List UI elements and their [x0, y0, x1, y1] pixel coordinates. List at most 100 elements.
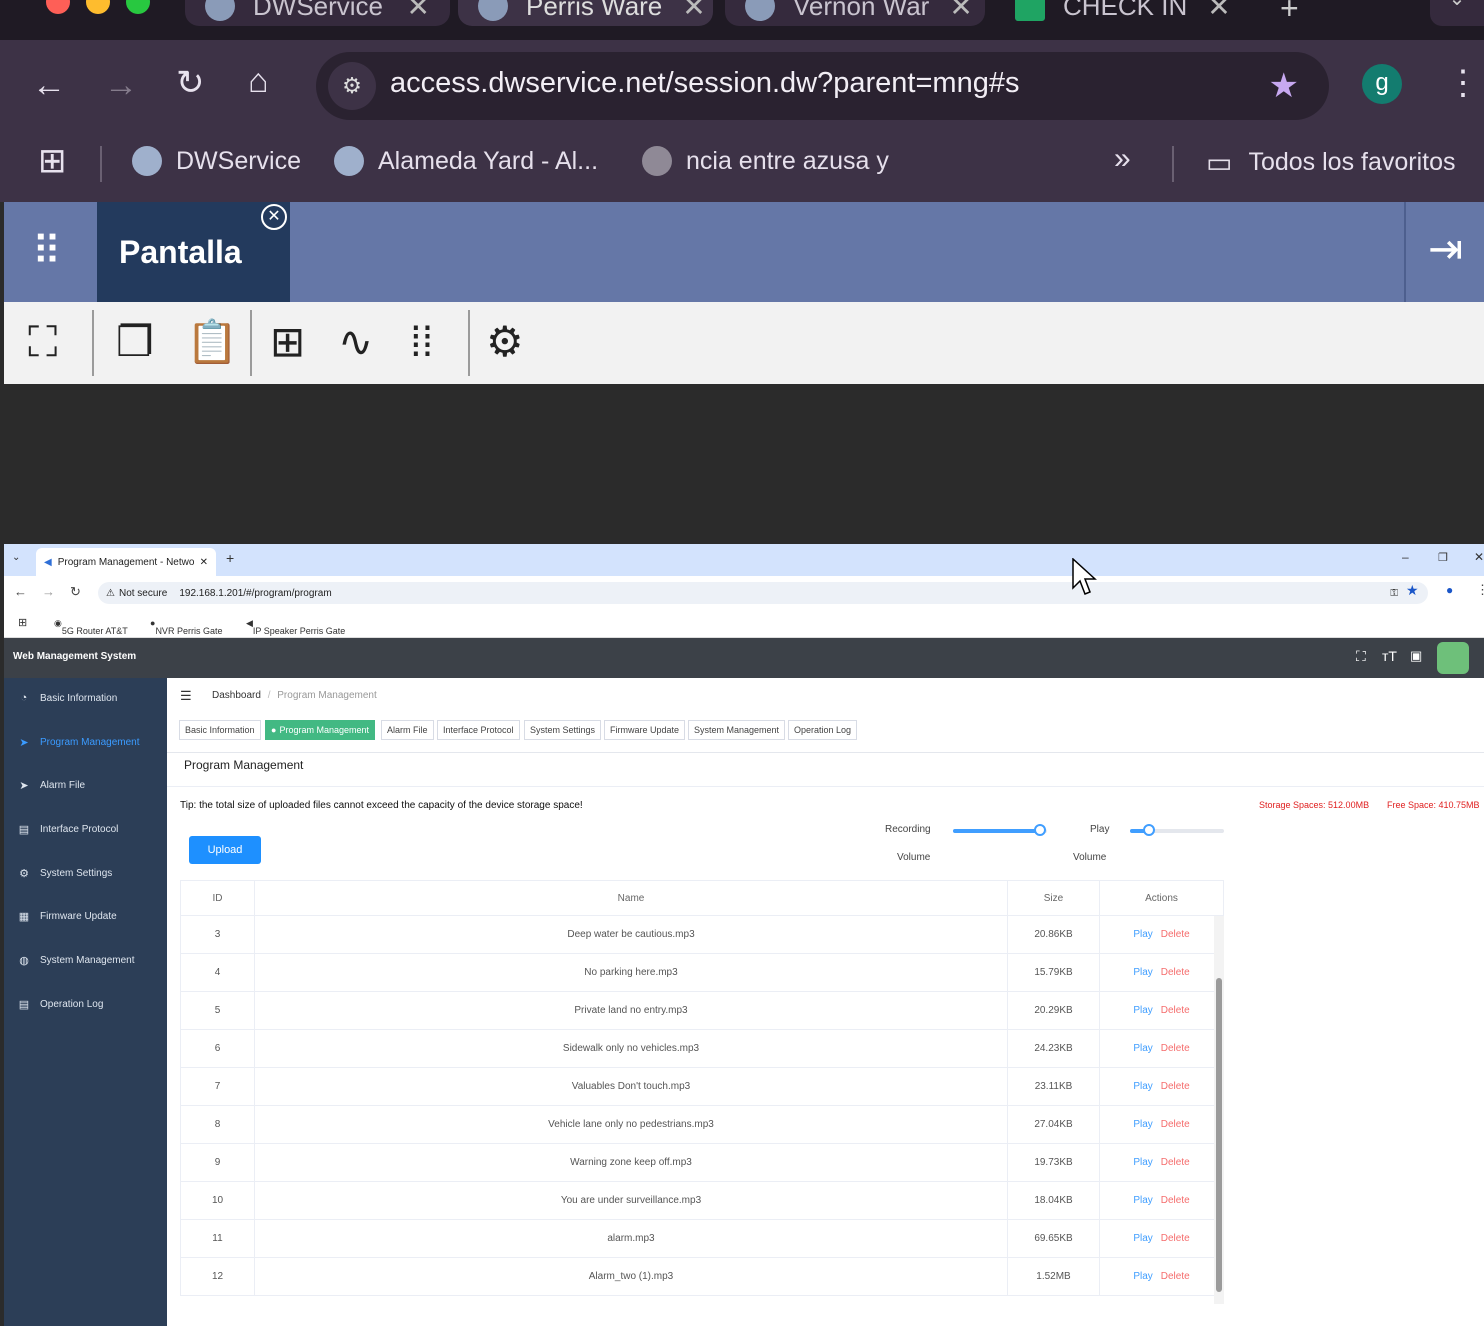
- delete-button[interactable]: Delete: [1161, 1043, 1190, 1054]
- minimize-window-button[interactable]: [86, 0, 110, 14]
- reload-icon[interactable]: ↻: [70, 584, 81, 600]
- sidebar-item-firmware-update[interactable]: ▦ Firmware Update: [18, 910, 117, 923]
- maximize-window-button[interactable]: [126, 0, 150, 14]
- close-window-icon[interactable]: ✕: [1474, 550, 1484, 564]
- bookmark-5g-router[interactable]: ◉ 5G Router AT&T: [54, 618, 128, 636]
- outer-tab-checkin[interactable]: CHECK IN ✕: [995, 0, 1250, 26]
- play-button[interactable]: Play: [1133, 1081, 1152, 1092]
- tab-list-icon[interactable]: ⌄: [12, 552, 20, 563]
- play-button[interactable]: Play: [1133, 1005, 1152, 1016]
- logout-icon[interactable]: ⇥: [1428, 228, 1463, 270]
- outer-tab-vernon[interactable]: Vernon War ✕: [725, 0, 985, 26]
- apps-grid-icon[interactable]: ⊞: [18, 616, 27, 629]
- close-tab-icon[interactable]: ✕: [662, 0, 705, 23]
- close-window-button[interactable]: [46, 0, 70, 14]
- outer-tab-dwservice[interactable]: DWService ✕: [185, 0, 450, 26]
- dwservice-tab-pantalla[interactable]: Pantalla ✕: [97, 202, 290, 302]
- close-tab-icon[interactable]: ✕: [1187, 0, 1230, 23]
- fullscreen-icon[interactable]: ⛶: [1356, 648, 1366, 665]
- slider-handle[interactable]: [1142, 824, 1155, 836]
- translate-icon[interactable]: ▣: [1410, 648, 1422, 664]
- delete-button[interactable]: Delete: [1161, 1195, 1190, 1206]
- play-button[interactable]: Play: [1133, 1233, 1152, 1244]
- clipboard-icon[interactable]: 📋: [186, 318, 238, 366]
- close-session-icon[interactable]: ✕: [261, 204, 287, 230]
- settings-gear-icon[interactable]: ⚙: [486, 318, 524, 366]
- tag-interface-protocol[interactable]: Interface Protocol: [437, 720, 520, 740]
- upload-button[interactable]: Upload: [189, 836, 261, 864]
- outer-tab-perris[interactable]: Perris Ware ✕: [458, 0, 713, 26]
- tag-firmware-update[interactable]: Firmware Update: [604, 720, 686, 740]
- play-button[interactable]: Play: [1133, 1271, 1152, 1282]
- all-bookmarks-button[interactable]: ▭ Todos los favoritos: [1206, 146, 1456, 179]
- delete-button[interactable]: Delete: [1161, 1271, 1190, 1282]
- keypad-icon[interactable]: ⁞⁞: [410, 318, 433, 366]
- activity-icon[interactable]: ∿: [338, 318, 373, 366]
- site-settings-icon[interactable]: ⚙: [328, 62, 376, 110]
- tag-basic-information[interactable]: Basic Information: [179, 720, 261, 740]
- play-button[interactable]: Play: [1133, 1157, 1152, 1168]
- delete-button[interactable]: Delete: [1161, 1233, 1190, 1244]
- sidebar-item-program-management[interactable]: ➤ Program Management: [18, 736, 139, 749]
- inner-address-bar[interactable]: ⚠ Not secure 192.168.1.201/#/program/pro…: [98, 582, 1428, 604]
- tag-alarm-file[interactable]: Alarm File: [381, 720, 434, 740]
- table-scrollbar-thumb[interactable]: [1216, 978, 1222, 1292]
- bookmark-star-icon[interactable]: ★: [1406, 582, 1419, 599]
- user-avatar[interactable]: [1437, 642, 1469, 674]
- delete-button[interactable]: Delete: [1161, 967, 1190, 978]
- delete-button[interactable]: Delete: [1161, 1005, 1190, 1016]
- bookmark-alameda[interactable]: Alameda Yard - Al...: [334, 146, 598, 176]
- font-size-icon[interactable]: ᴛT: [1382, 648, 1397, 664]
- bookmark-azusa[interactable]: ncia entre azusa y: [642, 146, 889, 176]
- hamburger-icon[interactable]: ☰: [180, 688, 192, 704]
- play-volume-slider[interactable]: [1130, 824, 1224, 836]
- fullscreen-icon[interactable]: ⛶: [28, 318, 57, 366]
- bookmark-dwservice[interactable]: DWService: [132, 146, 301, 176]
- sidebar-item-alarm-file[interactable]: ➤ Alarm File: [18, 779, 85, 792]
- play-button[interactable]: Play: [1133, 1043, 1152, 1054]
- outer-address-bar[interactable]: ⚙ access.dwservice.net/session.dw?parent…: [316, 52, 1329, 120]
- close-tab-icon[interactable]: ✕: [929, 0, 972, 23]
- minimize-icon[interactable]: –: [1402, 550, 1409, 564]
- new-tab-icon[interactable]: +: [226, 550, 234, 566]
- tag-system-settings[interactable]: System Settings: [524, 720, 602, 740]
- play-button[interactable]: Play: [1133, 929, 1152, 940]
- bookmark-nvr[interactable]: ● NVR Perris Gate: [150, 618, 222, 636]
- remote-desktop-screen[interactable]: ⌄ ◀ Program Management - Netwo ✕ + – ❐ ✕…: [4, 544, 1484, 1326]
- profile-avatar[interactable]: g: [1362, 64, 1402, 104]
- reload-icon[interactable]: ↻: [176, 66, 205, 100]
- new-tab-icon[interactable]: +: [1280, 0, 1299, 27]
- back-icon[interactable]: ←: [14, 584, 27, 599]
- table-scrollbar-track[interactable]: [1214, 916, 1224, 1304]
- inner-tab-program-management[interactable]: ◀ Program Management - Netwo ✕: [36, 548, 216, 576]
- play-button[interactable]: Play: [1133, 1195, 1152, 1206]
- forward-icon[interactable]: →: [42, 584, 55, 599]
- apps-grid-icon[interactable]: ⊞: [38, 144, 67, 178]
- home-icon[interactable]: ⌂: [248, 64, 269, 98]
- restore-icon[interactable]: ❐: [1438, 551, 1448, 564]
- key-icon[interactable]: ⚿: [1390, 588, 1398, 599]
- sidebar-item-system-settings[interactable]: ⚙ System Settings: [18, 867, 112, 880]
- more-bookmarks-icon[interactable]: »: [1114, 142, 1131, 176]
- forward-icon[interactable]: →: [104, 68, 138, 102]
- back-icon[interactable]: ←: [32, 68, 66, 102]
- copy-icon[interactable]: ❐: [116, 318, 154, 366]
- menu-kebab-icon[interactable]: ⋮: [1446, 66, 1480, 100]
- profile-icon[interactable]: ●: [1446, 583, 1453, 597]
- delete-button[interactable]: Delete: [1161, 1119, 1190, 1130]
- delete-button[interactable]: Delete: [1161, 929, 1190, 940]
- recording-volume-slider[interactable]: [953, 824, 1047, 836]
- tag-operation-log[interactable]: Operation Log: [788, 720, 858, 740]
- slider-handle[interactable]: [1034, 824, 1047, 836]
- play-button[interactable]: Play: [1133, 1119, 1152, 1130]
- tag-program-management[interactable]: ● Program Management: [265, 720, 375, 740]
- sidebar-item-system-management[interactable]: ◍ System Management: [18, 954, 134, 967]
- close-tab-icon[interactable]: ✕: [387, 0, 430, 23]
- tab-search-icon[interactable]: ⌄: [1430, 0, 1484, 26]
- tag-system-management[interactable]: System Management: [688, 720, 786, 740]
- breadcrumb-root[interactable]: Dashboard: [212, 690, 261, 701]
- menu-kebab-icon[interactable]: ⋮: [1476, 582, 1484, 598]
- sidebar-item-operation-log[interactable]: ▤ Operation Log: [18, 998, 104, 1011]
- delete-button[interactable]: Delete: [1161, 1081, 1190, 1092]
- delete-button[interactable]: Delete: [1161, 1157, 1190, 1168]
